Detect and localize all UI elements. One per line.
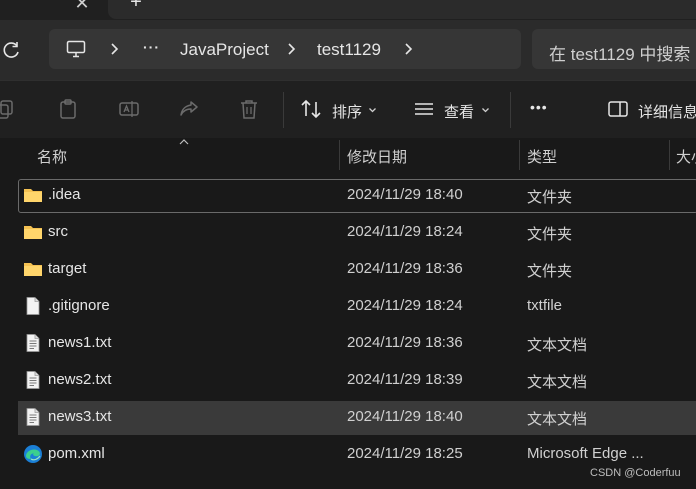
file-type: 文本文档 (527, 411, 588, 428)
file-name[interactable]: news1.txt (48, 334, 111, 351)
text-file-icon (23, 370, 43, 390)
file-modified: 2024/11/29 18:36 (347, 260, 463, 277)
text-file-icon (23, 333, 43, 353)
column-type[interactable]: 类型 (527, 146, 557, 167)
file-type: 文本文档 (527, 337, 588, 354)
view-button[interactable]: 查看 (444, 101, 474, 122)
file-modified: 2024/11/29 18:36 (347, 334, 463, 351)
file-name[interactable]: .idea (48, 186, 81, 203)
edge-icon (23, 444, 43, 464)
column-divider[interactable] (669, 140, 670, 170)
file-name[interactable]: pom.xml (48, 445, 105, 462)
file-type: Microsoft Edge ... (527, 445, 644, 462)
folder-icon (23, 185, 43, 205)
text-file-icon (23, 407, 43, 427)
toolbar-divider (283, 92, 284, 128)
file-modified: 2024/11/29 18:24 (347, 297, 463, 314)
copy-icon[interactable] (0, 98, 16, 120)
column-divider[interactable] (519, 140, 520, 170)
file-name[interactable]: src (48, 223, 68, 240)
file-name[interactable]: target (48, 260, 86, 277)
sort-button[interactable]: 排序 (332, 101, 362, 122)
refresh-icon[interactable] (2, 40, 22, 60)
column-size[interactable]: 大小 (676, 146, 696, 167)
active-tab[interactable] (108, 0, 696, 19)
column-modified[interactable]: 修改日期 (347, 146, 407, 167)
breadcrumb-javaproject[interactable]: JavaProject (180, 40, 269, 60)
chevron-right-icon (288, 43, 296, 55)
new-tab-icon[interactable]: + (126, 0, 146, 12)
file-modified: 2024/11/29 18:25 (347, 445, 463, 462)
file-name[interactable]: .gitignore (48, 297, 110, 314)
sort-icon[interactable] (300, 98, 322, 120)
delete-icon[interactable] (238, 98, 260, 120)
this-pc-icon[interactable] (66, 40, 86, 58)
file-type: 文件夹 (527, 226, 573, 243)
chevron-down-icon[interactable] (481, 106, 490, 114)
file-modified: 2024/11/29 18:39 (347, 371, 463, 388)
file-modified: 2024/11/29 18:40 (347, 186, 463, 203)
toolbar-divider (510, 92, 511, 128)
details-pane-icon[interactable] (607, 98, 629, 120)
breadcrumb-overflow[interactable]: ··· (143, 39, 160, 55)
share-icon[interactable] (178, 98, 200, 120)
file-type: 文本文档 (527, 374, 588, 391)
column-name[interactable]: 名称 (37, 146, 67, 167)
search-input[interactable]: 在 test1129 中搜索 (549, 40, 690, 65)
chevron-down-icon[interactable] (368, 106, 377, 114)
file-name[interactable]: news2.txt (48, 371, 111, 388)
file-modified: 2024/11/29 18:40 (347, 408, 463, 425)
blank-file-icon (23, 296, 43, 316)
file-modified: 2024/11/29 18:24 (347, 223, 463, 240)
close-tab-icon[interactable]: ✕ (72, 0, 92, 14)
sort-ascending-icon (179, 139, 189, 145)
file-name[interactable]: news3.txt (48, 408, 111, 425)
breadcrumb-test1129[interactable]: test1129 (317, 40, 381, 60)
file-type: txtfile (527, 297, 563, 314)
folder-icon (23, 222, 43, 242)
details-button[interactable]: 详细信息 (638, 101, 696, 122)
file-type: 文件夹 (527, 263, 573, 280)
paste-icon[interactable] (57, 98, 79, 120)
view-icon[interactable] (413, 98, 435, 120)
chevron-right-icon[interactable] (402, 40, 414, 58)
watermark: CSDN @Coderfuu (590, 467, 681, 479)
folder-icon (23, 259, 43, 279)
rename-icon[interactable] (118, 98, 140, 120)
chevron-right-icon (111, 43, 119, 55)
file-type: 文件夹 (527, 189, 573, 206)
more-options-button[interactable]: ••• (530, 99, 548, 115)
column-divider[interactable] (339, 140, 340, 170)
